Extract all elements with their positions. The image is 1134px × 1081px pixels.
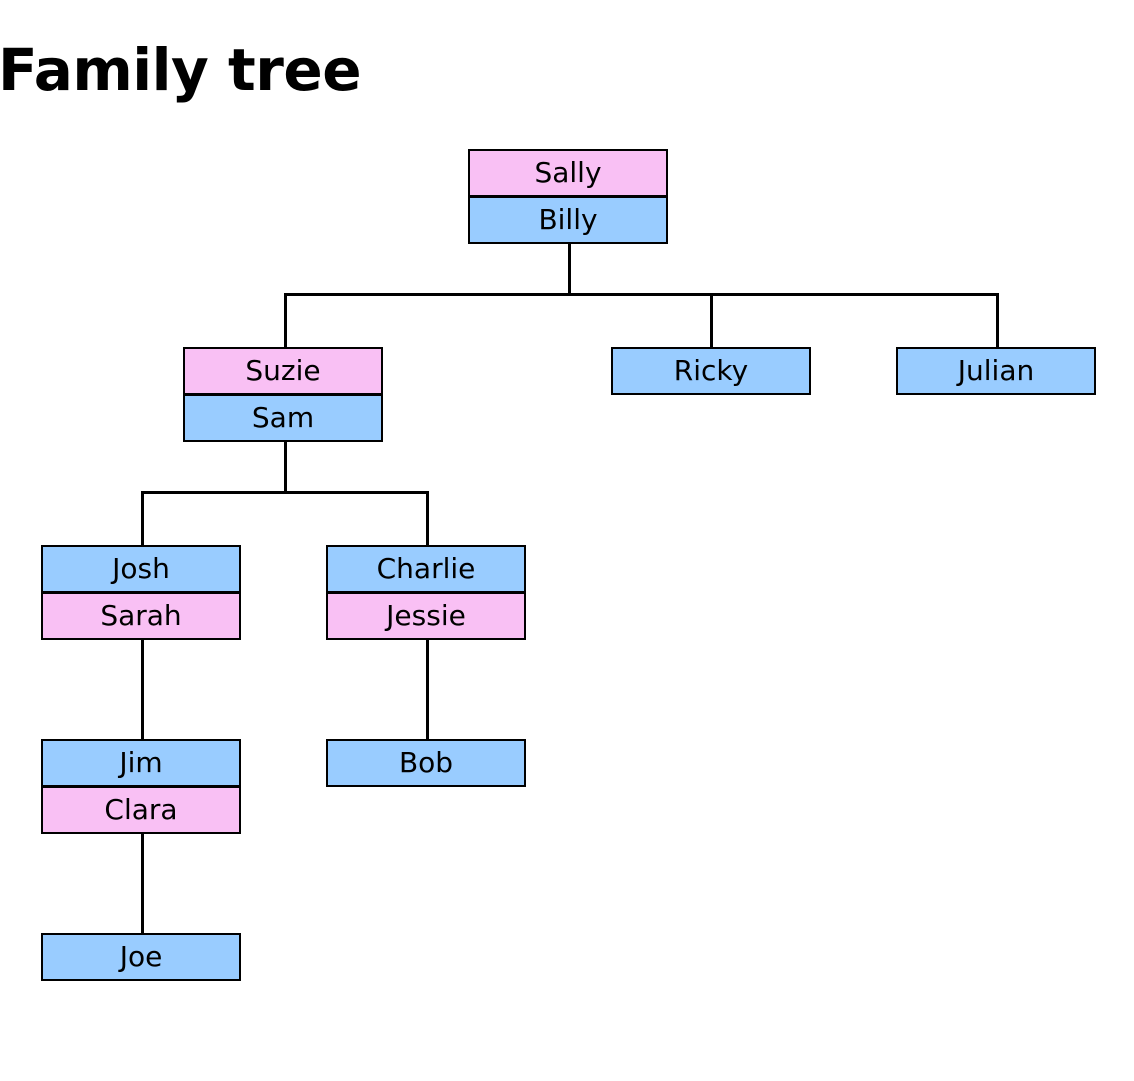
couple-node-suzie-sam[interactable]: Suzie Sam <box>183 347 383 442</box>
page-title: Family tree <box>0 36 362 104</box>
connector-line <box>710 293 713 348</box>
connector-line <box>141 831 144 934</box>
connector-line <box>141 491 144 546</box>
person-charlie[interactable]: Charlie <box>328 547 524 591</box>
person-sam[interactable]: Sam <box>185 393 381 440</box>
person-node-ricky[interactable]: Ricky <box>611 347 811 395</box>
connector-line <box>284 293 999 296</box>
person-sally[interactable]: Sally <box>470 151 666 195</box>
person-jessie[interactable]: Jessie <box>328 591 524 638</box>
person-node-bob[interactable]: Bob <box>326 739 526 787</box>
person-bob[interactable]: Bob <box>328 741 524 785</box>
connector-line <box>426 491 429 546</box>
connector-line <box>284 293 287 348</box>
connector-line <box>284 439 287 493</box>
person-julian[interactable]: Julian <box>898 349 1094 393</box>
person-billy[interactable]: Billy <box>470 195 666 242</box>
couple-node-josh-sarah[interactable]: Josh Sarah <box>41 545 241 640</box>
person-sarah[interactable]: Sarah <box>43 591 239 638</box>
person-ricky[interactable]: Ricky <box>613 349 809 393</box>
connector-line <box>568 241 571 296</box>
person-node-joe[interactable]: Joe <box>41 933 241 981</box>
couple-node-charlie-jessie[interactable]: Charlie Jessie <box>326 545 526 640</box>
person-clara[interactable]: Clara <box>43 785 239 832</box>
person-jim[interactable]: Jim <box>43 741 239 785</box>
couple-node-jim-clara[interactable]: Jim Clara <box>41 739 241 834</box>
person-joe[interactable]: Joe <box>43 935 239 979</box>
couple-node-sally-billy[interactable]: Sally Billy <box>468 149 668 244</box>
person-josh[interactable]: Josh <box>43 547 239 591</box>
connector-line <box>141 637 144 740</box>
person-node-julian[interactable]: Julian <box>896 347 1096 395</box>
person-suzie[interactable]: Suzie <box>185 349 381 393</box>
connector-line <box>426 637 429 740</box>
connector-line <box>996 293 999 348</box>
connector-line <box>141 491 429 494</box>
